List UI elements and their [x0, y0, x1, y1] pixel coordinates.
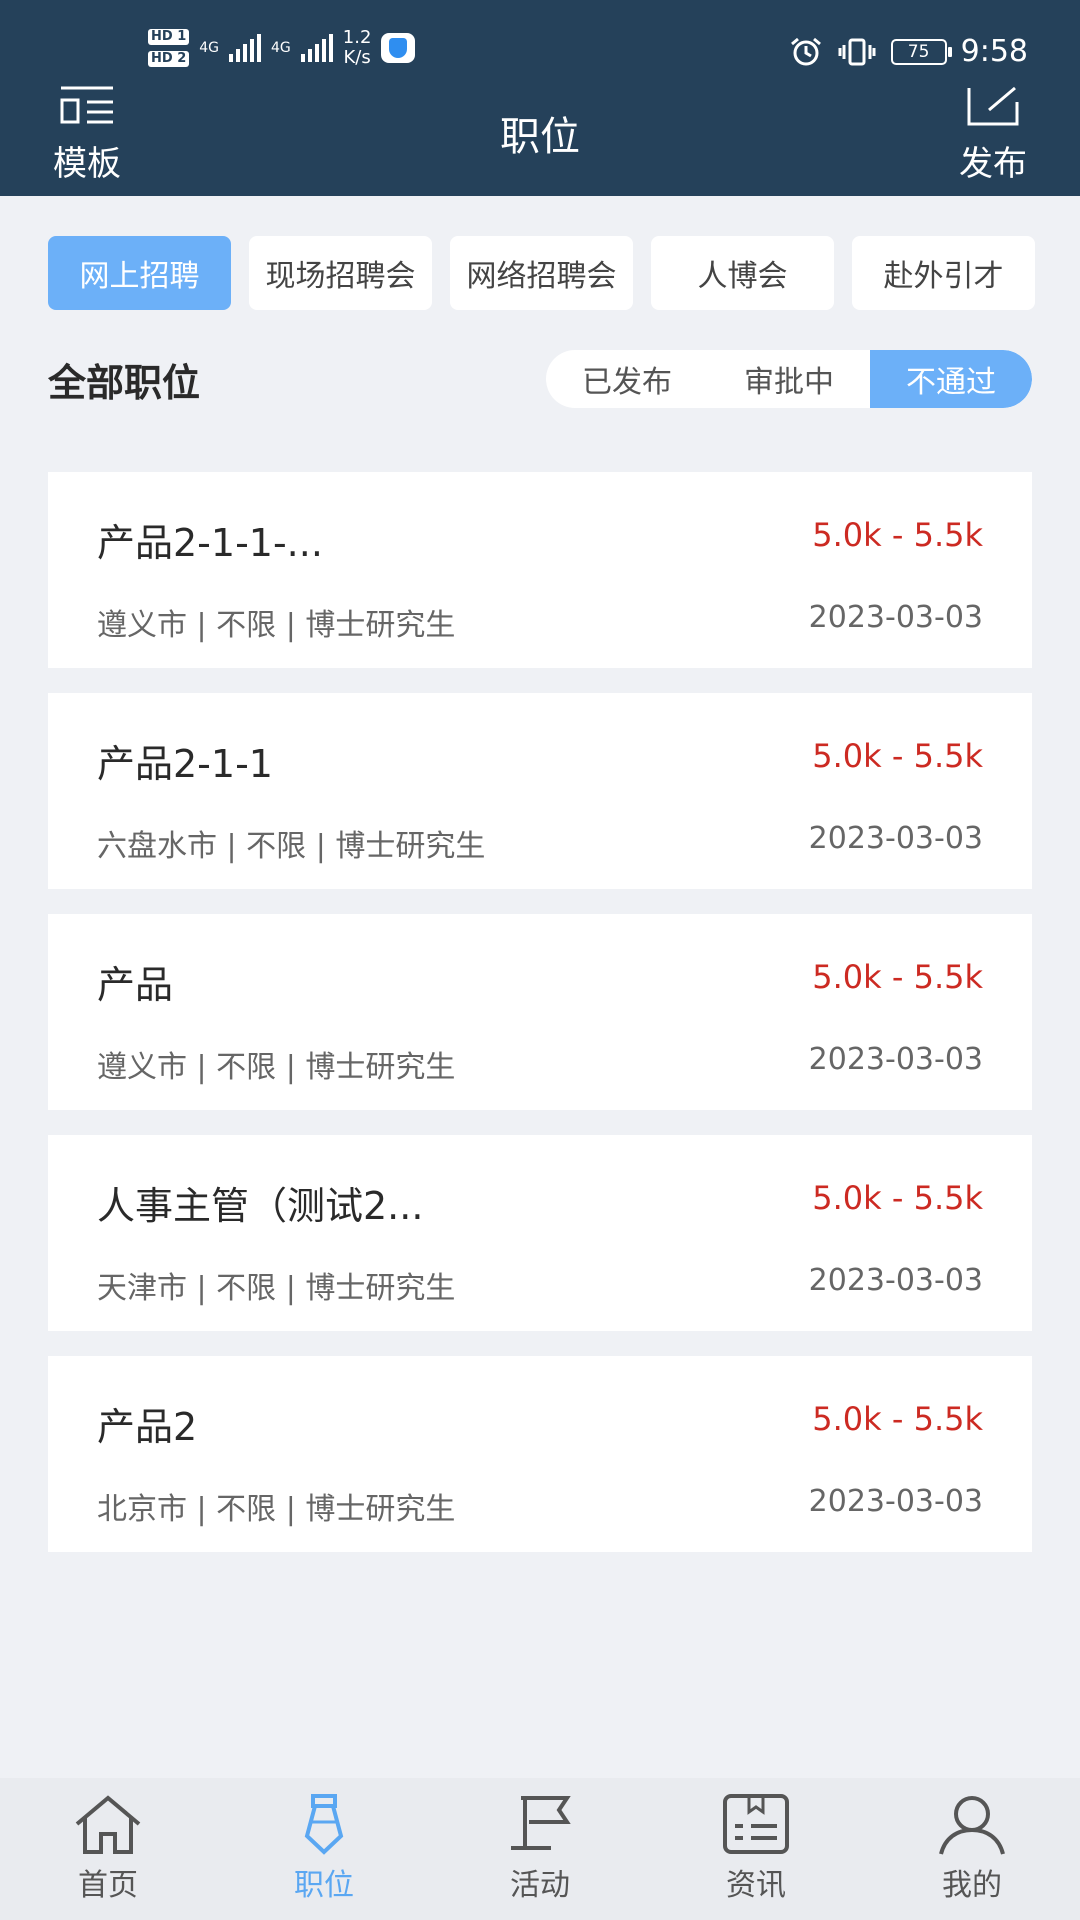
job-list: 产品2-1-1-... 5.0k - 5.5k 遵义市 | 不限 | 博士研究生… — [48, 472, 1032, 1577]
job-meta: 北京市 | 不限 | 博士研究生 — [97, 1492, 456, 1527]
nav-activity[interactable]: 活动 — [432, 1778, 648, 1920]
job-card[interactable]: 人事主管（测试2... 5.0k - 5.5k 天津市 | 不限 | 博士研究生… — [48, 1135, 1032, 1331]
flag-icon — [503, 1792, 577, 1856]
tie-icon — [287, 1792, 361, 1856]
publish-button[interactable]: 发布 — [948, 86, 1038, 185]
job-meta: 遵义市 | 不限 | 博士研究生 — [97, 1050, 456, 1085]
job-date: 2023-03-03 — [808, 600, 983, 635]
bottom-nav: 首页 职位 活动 资讯 我的 — [0, 1778, 1080, 1920]
nav-home-label: 首页 — [78, 1868, 138, 1903]
sim2-badge: HD 2 — [148, 51, 190, 67]
job-salary: 5.0k - 5.5k — [812, 1400, 983, 1438]
category-tabs: 网上招聘 现场招聘会 网络招聘会 人博会 赴外引才 — [48, 236, 1035, 310]
job-card[interactable]: 产品2 5.0k - 5.5k 北京市 | 不限 | 博士研究生 2023-03… — [48, 1356, 1032, 1552]
tab-talent-expo[interactable]: 人博会 — [651, 236, 834, 310]
job-title: 产品2-1-1 — [97, 742, 273, 786]
signal-icon — [229, 34, 262, 62]
job-meta: 遵义市 | 不限 | 博士研究生 — [97, 608, 456, 643]
clock: 9:58 — [960, 34, 1028, 69]
job-date: 2023-03-03 — [808, 821, 983, 856]
job-salary: 5.0k - 5.5k — [812, 516, 983, 554]
job-title: 产品2-1-1-... — [97, 521, 323, 565]
job-meta: 天津市 | 不限 | 博士研究生 — [97, 1271, 456, 1306]
nav-home[interactable]: 首页 — [0, 1778, 216, 1920]
job-card[interactable]: 产品2-1-1-... 5.0k - 5.5k 遵义市 | 不限 | 博士研究生… — [48, 472, 1032, 668]
nav-jobs[interactable]: 职位 — [216, 1778, 432, 1920]
tab-onsite-fair[interactable]: 现场招聘会 — [249, 236, 432, 310]
job-date: 2023-03-03 — [808, 1042, 983, 1077]
job-title: 人事主管（测试2... — [97, 1184, 424, 1228]
user-icon — [935, 1792, 1009, 1856]
section-title: 全部职位 — [48, 361, 201, 405]
page-title: 职位 — [500, 114, 580, 160]
job-date: 2023-03-03 — [808, 1484, 983, 1519]
job-meta: 六盘水市 | 不限 | 博士研究生 — [97, 829, 486, 864]
nav-news[interactable]: 资讯 — [648, 1778, 864, 1920]
job-date: 2023-03-03 — [808, 1263, 983, 1298]
job-card[interactable]: 产品2-1-1 5.0k - 5.5k 六盘水市 | 不限 | 博士研究生 20… — [48, 693, 1032, 889]
alarm-icon — [789, 37, 823, 67]
tab-external-talent[interactable]: 赴外引才 — [852, 236, 1035, 310]
nav-profile-label: 我的 — [942, 1868, 1002, 1903]
filter-pending[interactable]: 审批中 — [708, 350, 870, 408]
nav-activity-label: 活动 — [510, 1868, 570, 1903]
nav-profile[interactable]: 我的 — [864, 1778, 1080, 1920]
sim1-badge: HD 1 — [148, 29, 190, 45]
network-label-2: 4G — [271, 40, 291, 56]
speed-unit: K/s — [343, 47, 371, 68]
network-label: 4G — [199, 40, 220, 56]
shield-icon — [381, 33, 416, 63]
signal-icon-2 — [300, 34, 333, 62]
status-filter: 已发布 审批中 不通过 — [546, 350, 1032, 408]
filter-rejected[interactable]: 不通过 — [870, 350, 1032, 408]
vibrate-icon — [837, 37, 877, 67]
network-speed: 1.2 K/s — [343, 28, 372, 68]
status-right: 75 9:58 — [789, 34, 1028, 69]
home-icon — [71, 1792, 145, 1856]
edit-icon — [965, 86, 1021, 126]
battery-icon: 75 — [890, 38, 952, 65]
publish-label: 发布 — [959, 144, 1027, 184]
app-header: HD 1 HD 2 4G 4G 1.2 K/s 75 9:58 模板 职位 发布 — [0, 0, 1080, 196]
job-card[interactable]: 产品 5.0k - 5.5k 遵义市 | 不限 | 博士研究生 2023-03-… — [48, 914, 1032, 1110]
sim-badges: HD 1 HD 2 — [148, 29, 190, 67]
nav-jobs-label: 职位 — [294, 1868, 354, 1903]
speed-value: 1.2 — [342, 27, 372, 48]
job-salary: 5.0k - 5.5k — [812, 737, 983, 775]
status-left: HD 1 HD 2 4G 4G 1.2 K/s — [148, 28, 416, 68]
status-bar: HD 1 HD 2 4G 4G 1.2 K/s 75 9:58 — [0, 0, 1080, 80]
nav-news-label: 资讯 — [726, 1868, 786, 1903]
job-title: 产品2 — [97, 1405, 198, 1449]
job-title: 产品 — [97, 963, 174, 1007]
news-icon — [719, 1792, 793, 1856]
filter-published[interactable]: 已发布 — [546, 350, 708, 408]
job-salary: 5.0k - 5.5k — [812, 1179, 983, 1217]
tab-online-recruitment[interactable]: 网上招聘 — [48, 236, 231, 310]
tab-online-fair[interactable]: 网络招聘会 — [450, 236, 633, 310]
job-salary: 5.0k - 5.5k — [812, 958, 983, 996]
